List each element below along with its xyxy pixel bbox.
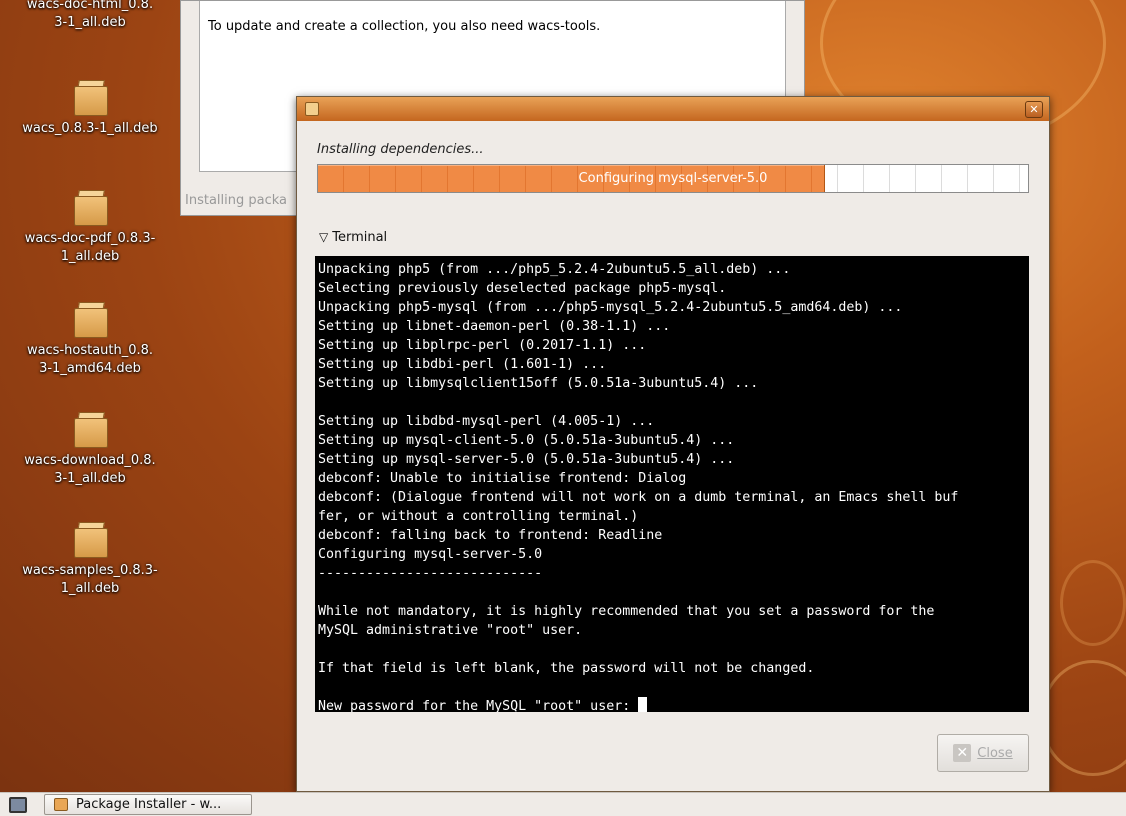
package-icon: [305, 102, 319, 116]
package-icon: [72, 78, 108, 116]
terminal-prompt-line[interactable]: New password for the MySQL "root" user:: [318, 697, 1026, 712]
package-icon: [72, 410, 108, 448]
desktop-icon-label: wacs-download_0.8. 3-1_all.deb: [24, 453, 156, 486]
terminal-line: fer, or without a controlling terminal.): [318, 509, 639, 524]
wallpaper-swirl: [1040, 660, 1126, 776]
desktop-icon-label: wacs-hostauth_0.8. 3-1_amd64.deb: [26, 343, 154, 376]
terminal-prompt: New password for the MySQL "root" user:: [318, 699, 639, 712]
wallpaper-swirl: [1060, 560, 1126, 646]
terminal-line: debconf: (Dialogue frontend will not wor…: [318, 490, 959, 505]
package-icon: [72, 520, 108, 558]
terminal-expander-label: Terminal: [332, 230, 388, 245]
progress-text: Configuring mysql-server-5.0: [578, 171, 768, 186]
expander-triangle-icon: ▽: [319, 230, 329, 244]
desktop-icon-label: wacs_0.8.3-1_all.deb: [22, 121, 158, 136]
terminal-lines: Unpacking php5 (from .../php5_5.2.4-2ubu…: [318, 260, 1026, 697]
terminal-line: debconf: falling back to frontend: Readl…: [318, 528, 663, 543]
terminal-line: Setting up mysql-client-5.0 (5.0.51a-3ub…: [318, 433, 735, 448]
terminal-line: Setting up libplrpc-perl (0.2017-1.1) ..…: [318, 338, 647, 353]
desktop-file-wacs-download[interactable]: wacs-download_0.8. 3-1_all.deb: [5, 410, 175, 488]
close-icon: ✕: [953, 744, 972, 762]
terminal-line: debconf: Unable to initialise frontend: …: [318, 471, 687, 486]
terminal-line: While not mandatory, it is highly recomm…: [318, 604, 935, 619]
terminal-expander[interactable]: ▽ Terminal: [319, 230, 387, 245]
background-status-text: Installing packa: [185, 193, 288, 208]
terminal-line: Unpacking php5 (from .../php5_5.2.4-2ubu…: [318, 262, 791, 277]
desktop-icon-label: wacs-doc-pdf_0.8.3- 1_all.deb: [24, 231, 156, 264]
dialog-titlebar[interactable]: ✕: [297, 97, 1049, 121]
package-icon: [72, 188, 108, 226]
taskbar-window-label: Package Installer - w...: [76, 797, 222, 812]
taskbar-window-button[interactable]: Package Installer - w...: [44, 794, 252, 815]
terminal-line: ----------------------------: [318, 566, 543, 581]
terminal-line: If that field is left blank, the passwor…: [318, 661, 815, 676]
desktop-file-wacs[interactable]: wacs_0.8.3-1_all.deb: [5, 78, 175, 138]
installing-dependencies-dialog[interactable]: ✕ Installing dependencies... Configuring…: [296, 96, 1050, 792]
bottom-panel: Package Installer - w...: [0, 792, 1126, 816]
terminal-line: Setting up libdbi-perl (1.601-1) ...: [318, 357, 607, 372]
desktop-file-wacs-hostauth[interactable]: wacs-hostauth_0.8. 3-1_amd64.deb: [5, 300, 175, 378]
desktop-file-wacs-doc-html[interactable]: wacs-doc-html_0.8. 3-1_all.deb: [5, 0, 175, 32]
package-icon: [72, 300, 108, 338]
show-desktop-icon[interactable]: [9, 797, 27, 813]
install-progress-bar: Configuring mysql-server-5.0: [317, 164, 1029, 193]
terminal-line: Setting up mysql-server-5.0 (5.0.51a-3ub…: [318, 452, 735, 467]
description-text: To update and create a collection, you a…: [208, 19, 601, 34]
text-cursor: [638, 697, 648, 712]
terminal-line: Setting up libnet-daemon-perl (0.38-1.1)…: [318, 319, 671, 334]
close-button[interactable]: ✕ Close: [937, 734, 1029, 772]
close-button-label: Close: [977, 745, 1013, 761]
terminal-line: Configuring mysql-server-5.0: [318, 547, 543, 562]
terminal-output[interactable]: Unpacking php5 (from .../php5_5.2.4-2ubu…: [315, 256, 1029, 712]
terminal-line: Setting up libmysqlclient15off (5.0.51a-…: [318, 376, 759, 391]
package-icon: [54, 798, 68, 811]
terminal-line: MySQL administrative "root" user.: [318, 623, 583, 638]
desktop-file-wacs-samples[interactable]: wacs-samples_0.8.3- 1_all.deb: [5, 520, 175, 598]
desktop-icon-label: wacs-samples_0.8.3- 1_all.deb: [22, 563, 158, 596]
desktop-icon-label: wacs-doc-html_0.8. 3-1_all.deb: [26, 0, 154, 30]
terminal-line: Selecting previously deselected package …: [318, 281, 727, 296]
desktop-file-wacs-doc-pdf[interactable]: wacs-doc-pdf_0.8.3- 1_all.deb: [5, 188, 175, 266]
terminal-line: Unpacking php5-mysql (from .../php5-mysq…: [318, 300, 903, 315]
terminal-line: Setting up libdbd-mysql-perl (4.005-1) .…: [318, 414, 655, 429]
dialog-heading: Installing dependencies...: [317, 142, 484, 157]
window-close-button[interactable]: ✕: [1025, 101, 1043, 118]
